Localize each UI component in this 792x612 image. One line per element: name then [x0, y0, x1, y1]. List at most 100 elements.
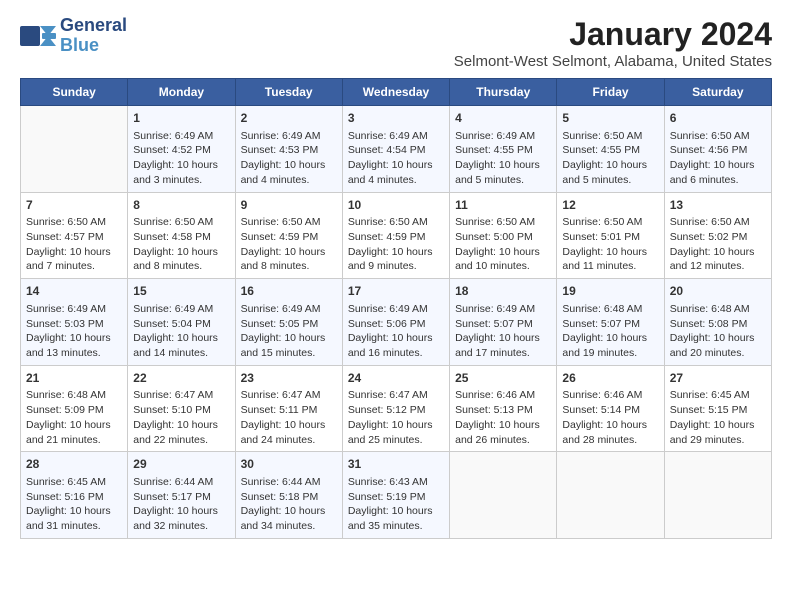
calendar-cell: 25Sunrise: 6:46 AM Sunset: 5:13 PM Dayli…	[450, 365, 557, 452]
day-number: 27	[670, 370, 766, 387]
header-wednesday: Wednesday	[342, 79, 449, 106]
week-row-4: 28 Sunrise: 6:45 AM Sunset: 5:16 PM Dayli…	[21, 452, 772, 539]
day-info: Sunrise: 6:50 AM Sunset: 4:56 PM Dayligh…	[670, 129, 766, 188]
calendar-cell: 8Sunrise: 6:50 AM Sunset: 4:58 PM Daylig…	[128, 192, 235, 279]
header-friday: Friday	[557, 79, 664, 106]
day-number: 10	[348, 197, 444, 214]
week-row-2: 14Sunrise: 6:49 AM Sunset: 5:03 PM Dayli…	[21, 279, 772, 366]
header-sunday: Sunday	[21, 79, 128, 106]
day-info: Sunrise: 6:50 AM Sunset: 4:55 PM Dayligh…	[562, 129, 658, 188]
day-number: 7	[26, 197, 122, 214]
day-number: 11	[455, 197, 551, 214]
day-number: 4	[455, 110, 551, 127]
day-number: 18	[455, 283, 551, 300]
day-info: Sunrise: 6:48 AM Sunset: 5:07 PM Dayligh…	[562, 302, 658, 361]
calendar-cell: 28 Sunrise: 6:45 AM Sunset: 5:16 PM Dayli…	[21, 452, 128, 539]
logo-general: General	[60, 16, 127, 36]
day-number: 3	[348, 110, 444, 127]
day-number: 1	[133, 110, 229, 127]
day-info: Sunrise: 6:48 AM Sunset: 5:08 PM Dayligh…	[670, 302, 766, 361]
calendar-body: 1 Sunrise: 6:49 AM Sunset: 4:52 PM Daylig…	[21, 106, 772, 539]
day-number: 31	[348, 456, 444, 473]
day-number: 29	[133, 456, 229, 473]
calendar-cell: 3 Sunrise: 6:49 AM Sunset: 4:54 PM Daylig…	[342, 106, 449, 193]
day-number: 5	[562, 110, 658, 127]
day-number: 23	[241, 370, 337, 387]
calendar-cell: 11Sunrise: 6:50 AM Sunset: 5:00 PM Dayli…	[450, 192, 557, 279]
week-row-0: 1 Sunrise: 6:49 AM Sunset: 4:52 PM Daylig…	[21, 106, 772, 193]
calendar-cell: 24Sunrise: 6:47 AM Sunset: 5:12 PM Dayli…	[342, 365, 449, 452]
calendar-cell: 22Sunrise: 6:47 AM Sunset: 5:10 PM Dayli…	[128, 365, 235, 452]
day-number: 9	[241, 197, 337, 214]
day-number: 20	[670, 283, 766, 300]
day-number: 15	[133, 283, 229, 300]
calendar-header: SundayMondayTuesdayWednesdayThursdayFrid…	[21, 79, 772, 106]
calendar-cell: 18 Sunrise: 6:49 AM Sunset: 5:07 PM Dayli…	[450, 279, 557, 366]
calendar-cell: 5 Sunrise: 6:50 AM Sunset: 4:55 PM Daylig…	[557, 106, 664, 193]
calendar-cell: 1 Sunrise: 6:49 AM Sunset: 4:52 PM Daylig…	[128, 106, 235, 193]
calendar-cell	[450, 452, 557, 539]
day-number: 28	[26, 456, 122, 473]
calendar-cell: 10Sunrise: 6:50 AM Sunset: 4:59 PM Dayli…	[342, 192, 449, 279]
calendar-title-area: January 2024 Selmont-West Selmont, Alaba…	[454, 16, 772, 70]
day-info: Sunrise: 6:50 AM Sunset: 4:57 PM Dayligh…	[26, 215, 122, 274]
day-info: Sunrise: 6:49 AM Sunset: 5:05 PM Dayligh…	[241, 302, 337, 361]
header-thursday: Thursday	[450, 79, 557, 106]
calendar-cell: 26Sunrise: 6:46 AM Sunset: 5:14 PM Dayli…	[557, 365, 664, 452]
header-saturday: Saturday	[664, 79, 771, 106]
day-info: Sunrise: 6:45 AM Sunset: 5:16 PM Dayligh…	[26, 475, 122, 534]
calendar-cell: 9Sunrise: 6:50 AM Sunset: 4:59 PM Daylig…	[235, 192, 342, 279]
day-info: Sunrise: 6:49 AM Sunset: 5:07 PM Dayligh…	[455, 302, 551, 361]
calendar-cell: 29 Sunrise: 6:44 AM Sunset: 5:17 PM Dayli…	[128, 452, 235, 539]
day-info: Sunrise: 6:50 AM Sunset: 4:59 PM Dayligh…	[241, 215, 337, 274]
day-info: Sunrise: 6:50 AM Sunset: 4:59 PM Dayligh…	[348, 215, 444, 274]
calendar-cell: 27Sunrise: 6:45 AM Sunset: 5:15 PM Dayli…	[664, 365, 771, 452]
calendar-cell: 14Sunrise: 6:49 AM Sunset: 5:03 PM Dayli…	[21, 279, 128, 366]
day-info: Sunrise: 6:44 AM Sunset: 5:18 PM Dayligh…	[241, 475, 337, 534]
logo-icon	[20, 22, 56, 50]
header-monday: Monday	[128, 79, 235, 106]
day-info: Sunrise: 6:49 AM Sunset: 4:54 PM Dayligh…	[348, 129, 444, 188]
day-info: Sunrise: 6:50 AM Sunset: 5:01 PM Dayligh…	[562, 215, 658, 274]
day-info: Sunrise: 6:44 AM Sunset: 5:17 PM Dayligh…	[133, 475, 229, 534]
calendar-cell: 31 Sunrise: 6:43 AM Sunset: 5:19 PM Dayli…	[342, 452, 449, 539]
day-info: Sunrise: 6:49 AM Sunset: 5:03 PM Dayligh…	[26, 302, 122, 361]
calendar-cell: 13Sunrise: 6:50 AM Sunset: 5:02 PM Dayli…	[664, 192, 771, 279]
day-number: 19	[562, 283, 658, 300]
calendar-title: January 2024	[454, 16, 772, 53]
calendar-cell: 21Sunrise: 6:48 AM Sunset: 5:09 PM Dayli…	[21, 365, 128, 452]
calendar-cell	[557, 452, 664, 539]
calendar-cell	[21, 106, 128, 193]
day-info: Sunrise: 6:46 AM Sunset: 5:13 PM Dayligh…	[455, 388, 551, 447]
page-header: General Blue January 2024 Selmont-West S…	[20, 16, 772, 70]
day-number: 25	[455, 370, 551, 387]
calendar-cell: 15 Sunrise: 6:49 AM Sunset: 5:04 PM Dayli…	[128, 279, 235, 366]
calendar-cell: 23Sunrise: 6:47 AM Sunset: 5:11 PM Dayli…	[235, 365, 342, 452]
week-row-1: 7Sunrise: 6:50 AM Sunset: 4:57 PM Daylig…	[21, 192, 772, 279]
day-info: Sunrise: 6:43 AM Sunset: 5:19 PM Dayligh…	[348, 475, 444, 534]
calendar-subtitle: Selmont-West Selmont, Alabama, United St…	[454, 53, 772, 70]
calendar-cell: 30 Sunrise: 6:44 AM Sunset: 5:18 PM Dayli…	[235, 452, 342, 539]
day-number: 2	[241, 110, 337, 127]
logo: General Blue	[20, 16, 127, 56]
calendar-cell: 2 Sunrise: 6:49 AM Sunset: 4:53 PM Daylig…	[235, 106, 342, 193]
logo-blue: Blue	[60, 36, 127, 56]
calendar-cell: 17Sunrise: 6:49 AM Sunset: 5:06 PM Dayli…	[342, 279, 449, 366]
day-number: 13	[670, 197, 766, 214]
header-row: SundayMondayTuesdayWednesdayThursdayFrid…	[21, 79, 772, 106]
day-info: Sunrise: 6:49 AM Sunset: 4:53 PM Dayligh…	[241, 129, 337, 188]
day-number: 30	[241, 456, 337, 473]
day-number: 21	[26, 370, 122, 387]
day-info: Sunrise: 6:48 AM Sunset: 5:09 PM Dayligh…	[26, 388, 122, 447]
day-info: Sunrise: 6:47 AM Sunset: 5:12 PM Dayligh…	[348, 388, 444, 447]
calendar-cell: 6Sunrise: 6:50 AM Sunset: 4:56 PM Daylig…	[664, 106, 771, 193]
day-number: 26	[562, 370, 658, 387]
day-info: Sunrise: 6:49 AM Sunset: 4:52 PM Dayligh…	[133, 129, 229, 188]
calendar-cell: 20 Sunrise: 6:48 AM Sunset: 5:08 PM Dayli…	[664, 279, 771, 366]
day-info: Sunrise: 6:49 AM Sunset: 5:06 PM Dayligh…	[348, 302, 444, 361]
day-number: 8	[133, 197, 229, 214]
day-info: Sunrise: 6:50 AM Sunset: 5:00 PM Dayligh…	[455, 215, 551, 274]
day-info: Sunrise: 6:47 AM Sunset: 5:10 PM Dayligh…	[133, 388, 229, 447]
day-info: Sunrise: 6:49 AM Sunset: 5:04 PM Dayligh…	[133, 302, 229, 361]
day-number: 16	[241, 283, 337, 300]
